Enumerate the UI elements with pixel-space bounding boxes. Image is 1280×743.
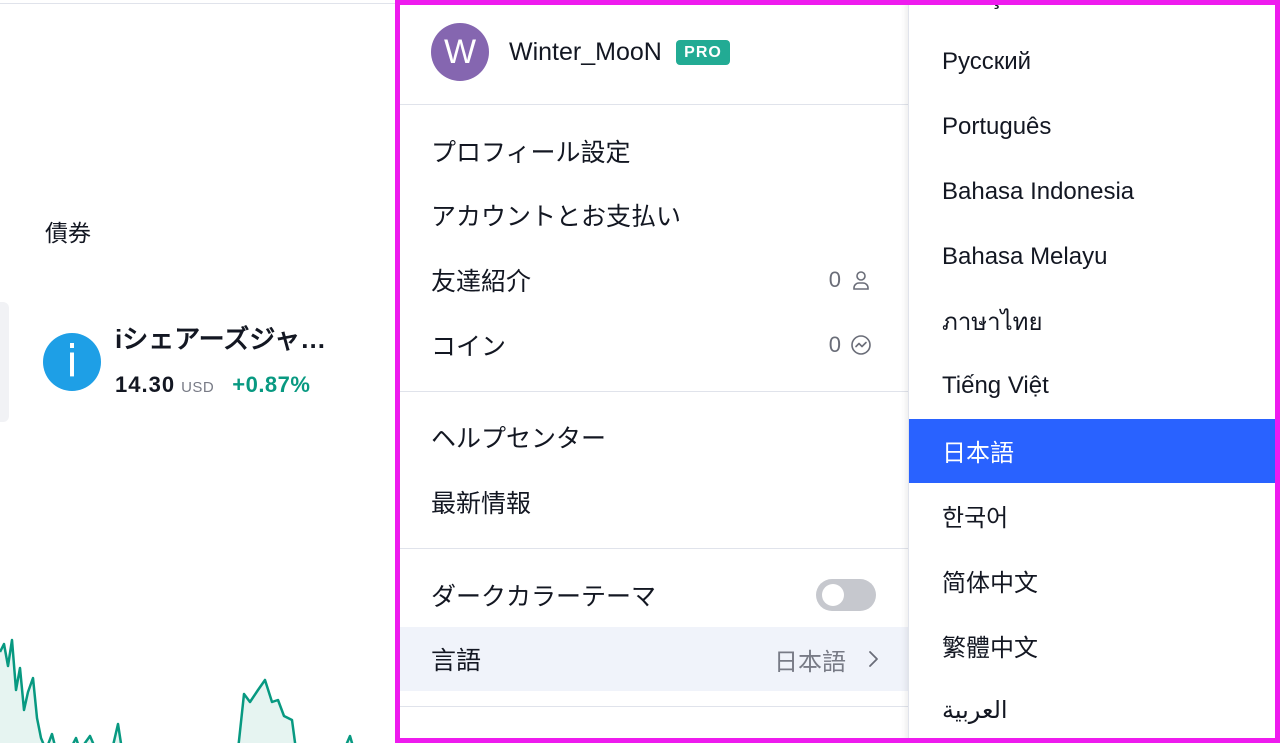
- menu-item-label: アカウントとお支払い: [431, 203, 682, 231]
- chevron-right-icon: [862, 647, 886, 671]
- language-option[interactable]: 한국어: [909, 483, 1275, 548]
- coin-icon: [849, 333, 873, 357]
- sparkline-line: [0, 638, 354, 743]
- instrument-name[interactable]: iシェアーズジャ…: [115, 322, 326, 356]
- menu-item-help-center[interactable]: ヘルプセンター: [400, 405, 908, 469]
- language-option[interactable]: Bahasa Indonesia: [909, 159, 1275, 224]
- menu-item-label: 最新情報: [431, 490, 532, 518]
- current-language-value: 日本語: [774, 648, 846, 676]
- language-option[interactable]: Português: [909, 95, 1275, 160]
- avatar[interactable]: W: [431, 23, 489, 81]
- menu-item-language[interactable]: 言語 日本語: [400, 627, 908, 691]
- referral-info: 0: [829, 267, 873, 293]
- language-option[interactable]: Русский: [909, 30, 1275, 95]
- section-title-bonds: 債券: [45, 220, 91, 246]
- menu-item-label: コイン: [431, 333, 507, 361]
- language-submenu: Türkçe Русский Português Bahasa Indonesi…: [908, 0, 1275, 743]
- menu-divider: [400, 391, 908, 392]
- menu-item-account-billing[interactable]: アカウントとお支払い: [400, 183, 908, 247]
- instrument-currency: USD: [181, 379, 215, 396]
- menu-item-label: 言語: [431, 647, 482, 675]
- menu-divider: [400, 104, 908, 105]
- language-option[interactable]: 简体中文: [909, 548, 1275, 613]
- menu-divider: [400, 548, 908, 549]
- pro-badge: PRO: [676, 40, 730, 65]
- dark-theme-toggle[interactable]: [816, 579, 876, 611]
- menu-divider: [400, 706, 908, 707]
- language-option[interactable]: 繁體中文: [909, 613, 1275, 678]
- referral-count: 0: [828, 267, 841, 292]
- menu-item-coins[interactable]: コイン 0: [400, 313, 908, 377]
- language-list: Türkçe Русский Português Bahasa Indonesi…: [909, 0, 1275, 743]
- user-menu: W Winter_MooN PRO プロフィール設定 アカウントとお支払い 友達…: [400, 0, 908, 743]
- menu-item-profile-settings[interactable]: プロフィール設定: [400, 119, 908, 183]
- menu-item-whats-new[interactable]: 最新情報: [400, 470, 908, 534]
- person-icon: [849, 268, 873, 292]
- instrument-price: 14.30: [115, 372, 176, 397]
- menu-item-label: プロフィール設定: [431, 139, 631, 167]
- language-option[interactable]: ภาษาไทย: [909, 289, 1275, 354]
- menu-item-label: 友達紹介: [431, 268, 532, 296]
- language-option[interactable]: العربية: [909, 678, 1275, 743]
- language-current: 日本語: [774, 642, 886, 677]
- header-divider: [0, 3, 395, 4]
- menu-item-label: ヘルプセンター: [431, 425, 607, 453]
- instrument-quote: 14.30 USD +0.87%: [115, 370, 310, 403]
- toggle-knob: [822, 584, 844, 606]
- sparkline-area: [0, 640, 352, 743]
- instrument-change: +0.87%: [232, 372, 311, 397]
- language-option-selected[interactable]: 日本語: [909, 418, 1275, 484]
- coins-info: 0: [829, 332, 873, 358]
- menu-item-refer-friend[interactable]: 友達紹介 0: [400, 248, 908, 312]
- menu-item-label: ダークカラーテーマ: [431, 583, 657, 611]
- username[interactable]: Winter_MooN: [509, 37, 662, 67]
- previous-card-edge: [0, 302, 9, 422]
- price-sparkline: [0, 638, 354, 743]
- info-icon: i: [43, 333, 101, 391]
- language-option[interactable]: Tiếng Việt: [909, 354, 1275, 419]
- language-option[interactable]: Türkçe: [909, 0, 1275, 30]
- language-option[interactable]: Bahasa Melayu: [909, 224, 1275, 289]
- menu-item-dark-theme[interactable]: ダークカラーテーマ: [400, 563, 908, 627]
- coin-count: 0: [828, 332, 841, 357]
